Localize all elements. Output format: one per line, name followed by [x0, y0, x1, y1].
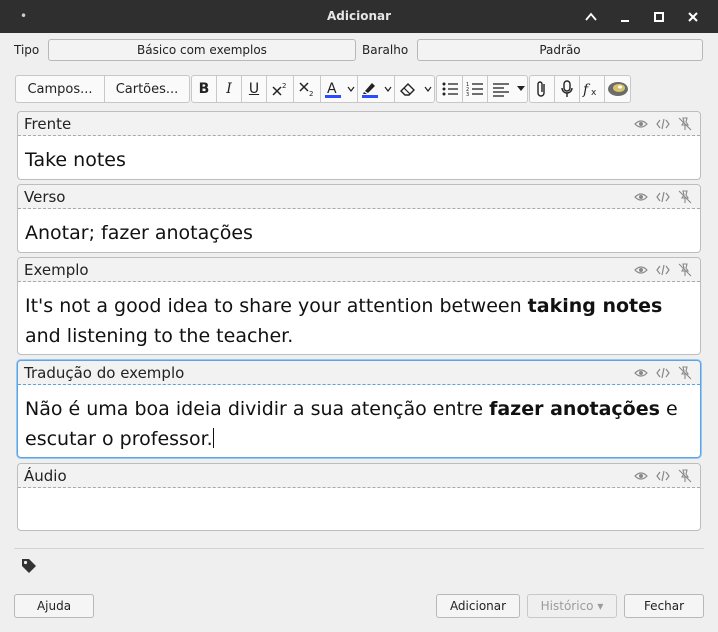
field-traducao-do-exemplo[interactable]: Tradução do exemplo Não é uma boa ideia …	[17, 360, 701, 458]
field-content[interactable]: Take notes	[25, 145, 692, 175]
text-color-dropdown-icon[interactable]	[345, 76, 357, 102]
pin-icon[interactable]	[678, 190, 692, 204]
field-header: Áudio	[18, 464, 700, 488]
maximize-icon[interactable]	[650, 8, 668, 26]
deck-button[interactable]: Padrão	[417, 39, 703, 61]
svg-text:2: 2	[282, 82, 286, 90]
svg-text:f: f	[582, 82, 591, 98]
subscript-icon[interactable]: 2	[294, 76, 320, 102]
field-label: Áudio	[24, 467, 67, 485]
media-group: fx	[529, 75, 631, 103]
pin-icon[interactable]	[678, 117, 692, 131]
field-exemplo[interactable]: Exemplo It's not a good idea to share yo…	[17, 257, 701, 355]
fields-cards-group: Campos... Cartões...	[15, 75, 190, 103]
microphone-icon[interactable]	[555, 76, 579, 102]
ordered-list-icon[interactable]: 123	[463, 76, 487, 102]
align-dropdown-icon[interactable]	[514, 76, 527, 102]
deck-label: Baralho	[362, 43, 409, 57]
svg-text:2: 2	[309, 90, 313, 97]
help-button[interactable]: Ajuda	[14, 594, 94, 618]
field-content[interactable]: Não é uma boa ideia dividir a sua atençã…	[25, 394, 692, 454]
field-content[interactable]: Anotar; fazer anotações	[25, 218, 692, 248]
note-type-button[interactable]: Básico com exemplos	[48, 39, 356, 61]
unordered-list-icon[interactable]	[437, 76, 462, 102]
field-text: Anotar; fazer anotações	[25, 222, 253, 244]
list-group: 123	[436, 75, 528, 103]
html-editor-icon[interactable]	[656, 117, 670, 131]
close-button[interactable]: Fechar	[624, 594, 704, 618]
svg-text:3: 3	[466, 92, 469, 97]
svg-text:A: A	[327, 81, 337, 97]
field-header: Tradução do exemplo	[18, 361, 700, 385]
field-audio[interactable]: Áudio	[17, 463, 701, 531]
underline-button[interactable]: U	[242, 76, 266, 102]
window-title: Adicionar	[326, 9, 392, 23]
field-label: Frente	[24, 115, 72, 133]
history-button: Histórico ▾	[527, 594, 617, 618]
field-header: Verso	[18, 185, 700, 209]
field-label: Exemplo	[24, 261, 89, 279]
superscript-icon[interactable]: 2	[267, 76, 293, 102]
html-editor-icon[interactable]	[656, 366, 670, 380]
italic-button[interactable]: I	[217, 76, 241, 102]
svg-text:x: x	[591, 88, 597, 98]
tags-divider	[14, 548, 704, 549]
highlight-dropdown-icon[interactable]	[382, 76, 394, 102]
pin-icon[interactable]	[678, 366, 692, 380]
title-bar: • Adicionar	[0, 0, 718, 33]
function-icon[interactable]: fx	[580, 76, 604, 102]
html-editor-icon[interactable]	[656, 190, 670, 204]
collapse-icon[interactable]	[582, 8, 600, 26]
html-editor-icon[interactable]	[656, 263, 670, 277]
align-icon[interactable]	[488, 76, 514, 102]
bold-button[interactable]: B	[192, 76, 216, 102]
eye-icon[interactable]	[634, 117, 648, 131]
field-frente[interactable]: Frente Take notes	[17, 111, 701, 180]
eye-icon[interactable]	[634, 366, 648, 380]
html-editor-icon[interactable]	[656, 469, 670, 483]
field-label: Tradução do exemplo	[24, 364, 185, 382]
fields-button[interactable]: Campos...	[16, 76, 104, 102]
pin-icon[interactable]	[678, 263, 692, 277]
field-bold-text: taking notes	[527, 295, 663, 317]
eraser-dropdown-icon[interactable]	[421, 76, 434, 102]
type-label: Tipo	[14, 43, 40, 57]
minimize-icon[interactable]	[616, 8, 634, 26]
eye-icon[interactable]	[634, 469, 648, 483]
cards-button[interactable]: Cartões...	[105, 76, 189, 102]
add-button[interactable]: Adicionar	[436, 594, 520, 618]
highlight-color-icon[interactable]	[358, 76, 382, 102]
tag-icon[interactable]	[20, 557, 38, 575]
field-header: Exemplo	[18, 258, 700, 282]
eye-icon[interactable]	[634, 263, 648, 277]
image-occlusion-icon[interactable]	[605, 76, 631, 102]
field-content[interactable]: It's not a good idea to share your atten…	[25, 291, 692, 351]
field-bold-text: fazer anotações	[489, 398, 660, 420]
field-text: Não é uma boa ideia dividir a sua atençã…	[25, 398, 490, 420]
format-group: B I U 2 2 A	[191, 75, 435, 103]
text-caret	[212, 428, 214, 448]
eye-icon[interactable]	[634, 190, 648, 204]
field-verso[interactable]: Verso Anotar; fazer anotações	[17, 184, 701, 253]
field-header: Frente	[18, 112, 700, 136]
close-icon[interactable]	[684, 8, 702, 26]
field-text: and listening to the teacher.	[25, 325, 294, 347]
eraser-icon[interactable]	[395, 76, 421, 102]
text-color-icon[interactable]: A	[321, 76, 345, 102]
field-text: It's not a good idea to share your atten…	[25, 295, 528, 317]
field-label: Verso	[24, 188, 66, 206]
attach-icon[interactable]	[530, 76, 554, 102]
field-text: Take notes	[25, 149, 126, 171]
pin-icon[interactable]	[678, 469, 692, 483]
